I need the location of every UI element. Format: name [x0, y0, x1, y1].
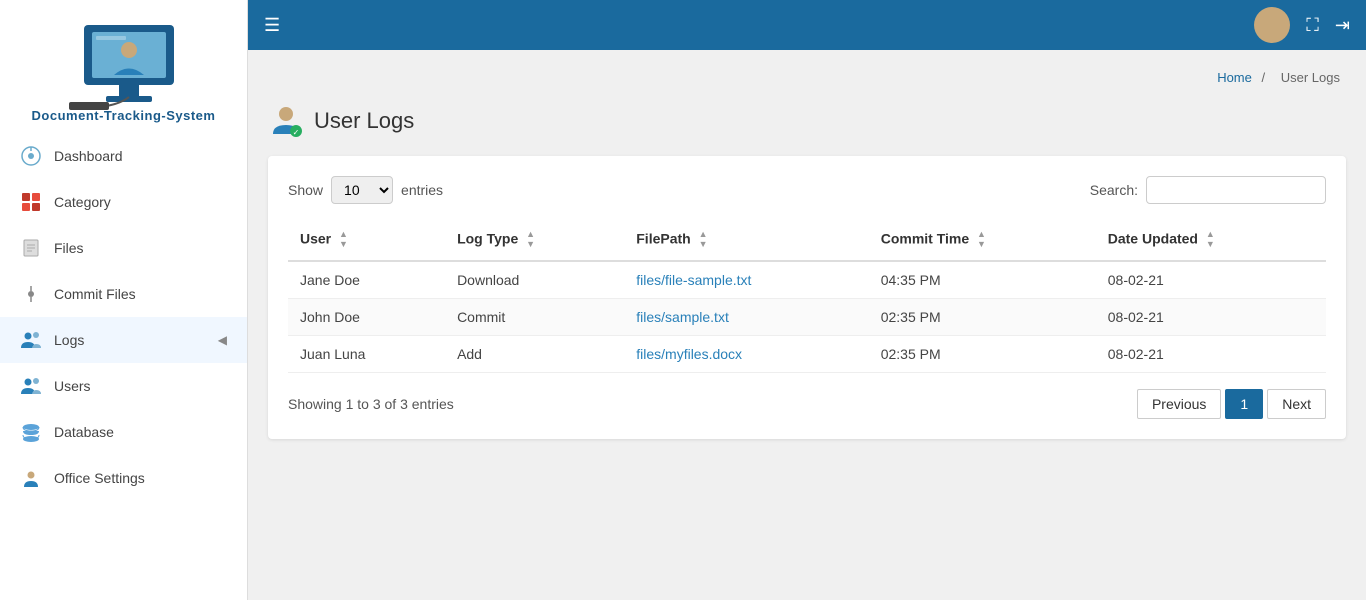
sidebar-item-office-settings[interactable]: Office Settings — [0, 455, 247, 501]
breadcrumb: Home / User Logs — [268, 70, 1346, 85]
sidebar-item-logs[interactable]: Logs ◀ — [0, 317, 247, 363]
topbar: ☰ ⛶ ⇥ — [248, 0, 1366, 50]
search-input[interactable] — [1146, 176, 1326, 204]
cell-filepath[interactable]: files/myfiles.docx — [624, 335, 868, 372]
entries-select[interactable]: 10 25 50 100 — [331, 176, 393, 204]
entries-label: entries — [401, 182, 443, 198]
page-title-area: ✓ User Logs — [268, 101, 1346, 140]
table-row: John Doe Commit files/sample.txt 02:35 P… — [288, 298, 1326, 335]
user-avatar[interactable] — [1254, 7, 1290, 43]
cell-user: Juan Luna — [288, 335, 445, 372]
search-label: Search: — [1090, 182, 1138, 198]
cell-user: Jane Doe — [288, 261, 445, 299]
logo-area: Document-Tracking-System — [0, 0, 247, 133]
sidebar: Document-Tracking-System Dashboard — [0, 0, 248, 600]
sidebar-label-office-settings: Office Settings — [54, 470, 227, 486]
logout-icon[interactable]: ⇥ — [1335, 15, 1350, 36]
cell-log-type: Add — [445, 335, 624, 372]
cell-date-updated: 08-02-21 — [1096, 261, 1326, 299]
sidebar-item-users[interactable]: Users — [0, 363, 247, 409]
next-button[interactable]: Next — [1267, 389, 1326, 419]
show-label: Show — [288, 182, 323, 198]
page-title-icon: ✓ — [268, 101, 304, 140]
files-icon — [20, 237, 42, 259]
sidebar-item-commit-files[interactable]: Commit Files — [0, 271, 247, 317]
previous-button[interactable]: Previous — [1137, 389, 1221, 419]
cell-user: John Doe — [288, 298, 445, 335]
page-1-button[interactable]: 1 — [1225, 389, 1263, 419]
dashboard-icon — [20, 145, 42, 167]
category-icon — [20, 191, 42, 213]
filepath-link[interactable]: files/sample.txt — [636, 309, 729, 325]
logs-arrow-icon: ◀ — [218, 333, 227, 347]
svg-text:✓: ✓ — [293, 128, 300, 137]
sidebar-item-database[interactable]: Database — [0, 409, 247, 455]
table-controls: Show 10 25 50 100 entries Search: — [288, 176, 1326, 204]
topbar-right: ⛶ ⇥ — [1254, 7, 1350, 43]
sidebar-item-files[interactable]: Files — [0, 225, 247, 271]
cell-filepath[interactable]: files/file-sample.txt — [624, 261, 868, 299]
filepath-link[interactable]: files/file-sample.txt — [636, 272, 751, 288]
table-row: Juan Luna Add files/myfiles.docx 02:35 P… — [288, 335, 1326, 372]
col-filepath[interactable]: FilePath ▲▼ — [624, 220, 868, 261]
table-row: Jane Doe Download files/file-sample.txt … — [288, 261, 1326, 299]
cell-commit-time: 02:35 PM — [869, 298, 1096, 335]
show-entries: Show 10 25 50 100 entries — [288, 176, 443, 204]
filepath-link[interactable]: files/myfiles.docx — [636, 346, 742, 362]
cell-filepath[interactable]: files/sample.txt — [624, 298, 868, 335]
pagination-area: Showing 1 to 3 of 3 entries Previous 1 N… — [288, 389, 1326, 419]
sidebar-label-commit-files: Commit Files — [54, 286, 227, 302]
cell-date-updated: 08-02-21 — [1096, 335, 1326, 372]
breadcrumb-separator: / — [1262, 70, 1266, 85]
sidebar-label-database: Database — [54, 424, 227, 440]
users-icon — [20, 375, 42, 397]
col-user[interactable]: User ▲▼ — [288, 220, 445, 261]
cell-date-updated: 08-02-21 — [1096, 298, 1326, 335]
main-area: ☰ ⛶ ⇥ Home / User Logs — [248, 0, 1366, 600]
sidebar-label-dashboard: Dashboard — [54, 148, 227, 164]
showing-text: Showing 1 to 3 of 3 entries — [288, 396, 454, 412]
page-title: User Logs — [314, 108, 414, 134]
sidebar-item-dashboard[interactable]: Dashboard — [0, 133, 247, 179]
sidebar-label-files: Files — [54, 240, 227, 256]
pagination-buttons: Previous 1 Next — [1137, 389, 1326, 419]
app-title: Document-Tracking-System — [16, 108, 231, 123]
database-icon — [20, 421, 42, 443]
col-commit-time[interactable]: Commit Time ▲▼ — [869, 220, 1096, 261]
sidebar-item-category[interactable]: Category — [0, 179, 247, 225]
sidebar-label-category: Category — [54, 194, 227, 210]
sidebar-label-logs: Logs — [54, 332, 206, 348]
hamburger-button[interactable]: ☰ — [264, 15, 280, 36]
main-card: Show 10 25 50 100 entries Search: — [268, 156, 1346, 439]
content-area: Home / User Logs ✓ User Logs Show — [248, 50, 1366, 600]
office-settings-icon — [20, 467, 42, 489]
expand-icon[interactable]: ⛶ — [1306, 15, 1319, 36]
cell-commit-time: 04:35 PM — [869, 261, 1096, 299]
commit-files-icon — [20, 283, 42, 305]
col-log-type[interactable]: Log Type ▲▼ — [445, 220, 624, 261]
cell-log-type: Download — [445, 261, 624, 299]
logs-table: User ▲▼ Log Type ▲▼ FilePath ▲▼ Commit T… — [288, 220, 1326, 373]
cell-log-type: Commit — [445, 298, 624, 335]
nav-items: Dashboard Category — [0, 133, 247, 600]
breadcrumb-current: User Logs — [1281, 70, 1340, 85]
logo-image — [64, 20, 184, 100]
topbar-left: ☰ — [264, 15, 280, 36]
search-area: Search: — [1090, 176, 1326, 204]
col-date-updated[interactable]: Date Updated ▲▼ — [1096, 220, 1326, 261]
sidebar-label-users: Users — [54, 378, 227, 394]
cell-commit-time: 02:35 PM — [869, 335, 1096, 372]
logs-icon — [20, 329, 42, 351]
breadcrumb-home[interactable]: Home — [1217, 70, 1252, 85]
